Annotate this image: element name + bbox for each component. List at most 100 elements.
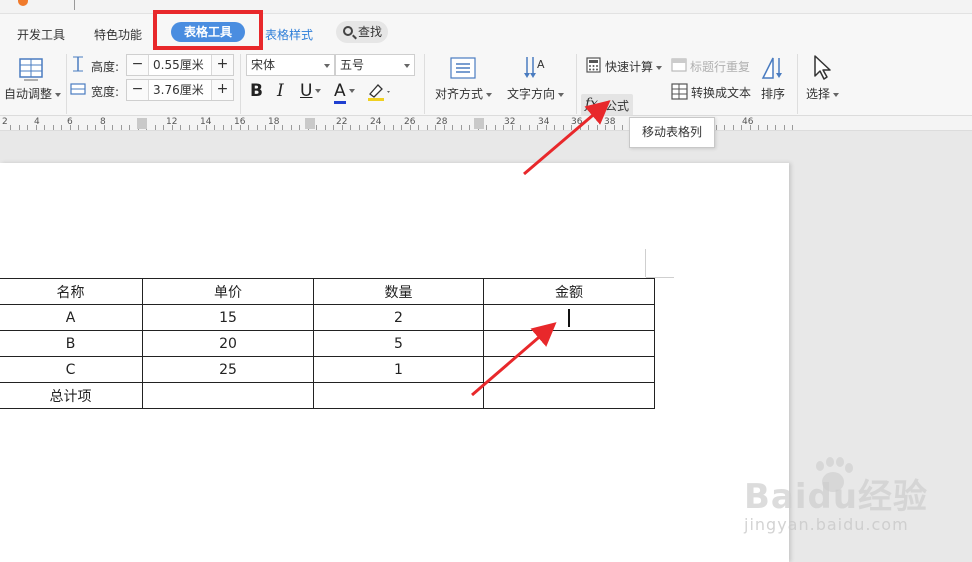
- paragraph-corner-mark: [645, 249, 646, 277]
- table-row: A 15 2: [0, 304, 655, 331]
- table-cell[interactable]: 数量: [313, 278, 484, 305]
- ruler-tick: [503, 125, 504, 130]
- width-stepper[interactable]: − 3.76厘米 +: [126, 79, 234, 101]
- table-cell[interactable]: A: [0, 304, 143, 331]
- ruler-tick: [427, 125, 428, 130]
- table-cell[interactable]: 5: [313, 330, 484, 357]
- convert-text-button[interactable]: 转换成文本: [691, 84, 751, 101]
- ruler-tick: [291, 125, 292, 130]
- select-button[interactable]: 选择: [806, 85, 840, 102]
- font-color-button[interactable]: A: [334, 81, 355, 104]
- underline-button[interactable]: U: [300, 81, 322, 101]
- table-cell[interactable]: [483, 356, 655, 383]
- document-page[interactable]: 名称 单价 数量 金额 A 15 2 B 20 5 C 25 1 总计项: [0, 163, 789, 562]
- ruler-tick: [546, 125, 547, 130]
- underline-label: U: [300, 81, 313, 101]
- find-button[interactable]: 查找: [336, 21, 388, 43]
- ruler-tick: [367, 125, 368, 130]
- paw-logo-icon: [810, 457, 854, 497]
- ruler-tick: [316, 125, 317, 130]
- ruler-label: 34: [538, 117, 550, 127]
- table-cell[interactable]: 名称: [0, 278, 143, 305]
- table-cell[interactable]: C: [0, 356, 143, 383]
- font-name-value: 宋体: [251, 58, 276, 72]
- ruler-tick: [724, 125, 725, 130]
- ruler-tick: [325, 125, 326, 130]
- ruler-tick: [716, 125, 717, 130]
- text-direction-button[interactable]: 文字方向: [507, 85, 565, 102]
- ruler-tick: [19, 125, 20, 130]
- table-cell[interactable]: 单价: [142, 278, 314, 305]
- auto-adjust-button[interactable]: 自动调整: [4, 85, 62, 102]
- ruler-tick: [452, 125, 453, 130]
- sort-button[interactable]: 排序: [761, 85, 785, 102]
- ruler-tick: [53, 125, 54, 130]
- ruler-tick: [571, 125, 572, 130]
- text-cursor: [568, 308, 570, 327]
- ruler-tick: [342, 125, 343, 130]
- column-marker[interactable]: [474, 118, 484, 129]
- width-decrease-button[interactable]: −: [127, 80, 149, 100]
- active-cell[interactable]: [483, 304, 655, 331]
- highlighter-icon[interactable]: [366, 82, 392, 102]
- table-row: C 25 1: [0, 356, 655, 383]
- ruler-tick: [36, 125, 37, 130]
- bold-button[interactable]: B: [250, 82, 263, 100]
- ruler-tick: [741, 125, 742, 130]
- ruler-tick: [512, 125, 513, 130]
- table-cell[interactable]: 1: [313, 356, 484, 383]
- ruler-tick: [469, 125, 470, 130]
- width-value[interactable]: 3.76厘米: [153, 80, 204, 100]
- table-cell[interactable]: [483, 330, 655, 357]
- table-cell[interactable]: 25: [142, 356, 314, 383]
- divider: [66, 54, 67, 114]
- table-cell[interactable]: 20: [142, 330, 314, 357]
- ruler-tick: [435, 125, 436, 130]
- quick-calc-button[interactable]: 快速计算: [605, 58, 663, 75]
- ruler-tick: [563, 125, 564, 130]
- horizontal-ruler[interactable]: 24681214161822242628323436384246: [0, 115, 972, 131]
- italic-button[interactable]: I: [277, 82, 284, 100]
- table-cell[interactable]: [142, 382, 314, 409]
- ruler-tick: [299, 125, 300, 130]
- table-cell[interactable]: 15: [142, 304, 314, 331]
- ruler-tick: [444, 125, 445, 130]
- table-cell[interactable]: 金额: [483, 278, 655, 305]
- column-marker[interactable]: [137, 118, 147, 129]
- tab-table-style[interactable]: 表格样式: [265, 26, 313, 43]
- font-name-select[interactable]: 宋体: [246, 54, 335, 76]
- table-cell[interactable]: 2: [313, 304, 484, 331]
- ruler-tick: [172, 125, 173, 130]
- ruler-tick: [418, 125, 419, 130]
- sort-icon: [761, 57, 782, 79]
- align-button[interactable]: 对齐方式: [435, 85, 493, 102]
- formula-button[interactable]: fx 公式: [581, 94, 633, 116]
- data-table[interactable]: 名称 单价 数量 金额 A 15 2 B 20 5 C 25 1 总计项: [0, 278, 655, 409]
- column-marker[interactable]: [305, 118, 315, 129]
- cursor-arrow-icon: [814, 55, 831, 80]
- divider: [240, 54, 241, 114]
- table-cell[interactable]: [483, 382, 655, 409]
- repeat-header-button[interactable]: 标题行重复: [690, 58, 750, 75]
- quick-calc-label: 快速计算: [605, 60, 654, 74]
- height-decrease-button[interactable]: −: [127, 55, 149, 75]
- height-stepper[interactable]: − 0.55厘米 +: [126, 54, 234, 76]
- tab-table-tools[interactable]: 表格工具: [171, 22, 245, 42]
- font-size-select[interactable]: 五号: [335, 54, 415, 76]
- tab-features[interactable]: 特色功能: [94, 26, 142, 43]
- repeat-header-icon: [671, 58, 687, 72]
- table-cell[interactable]: 总计项: [0, 382, 143, 409]
- formula-label: 公式: [605, 99, 630, 113]
- align-label: 对齐方式: [435, 87, 484, 101]
- height-value[interactable]: 0.55厘米: [153, 55, 204, 75]
- ruler-tick: [163, 125, 164, 130]
- width-increase-button[interactable]: +: [211, 80, 233, 100]
- height-increase-button[interactable]: +: [211, 55, 233, 75]
- chevron-down-icon: [324, 64, 330, 68]
- table-cell[interactable]: [313, 382, 484, 409]
- ribbon: 开发工具 特色功能 表格工具 表格样式 查找 自动调整 高度: − 0.55厘米…: [0, 10, 972, 116]
- table-cell[interactable]: B: [0, 330, 143, 357]
- tab-developer[interactable]: 开发工具: [17, 26, 65, 43]
- calculator-icon: [586, 57, 601, 73]
- ruler-tick: [359, 125, 360, 130]
